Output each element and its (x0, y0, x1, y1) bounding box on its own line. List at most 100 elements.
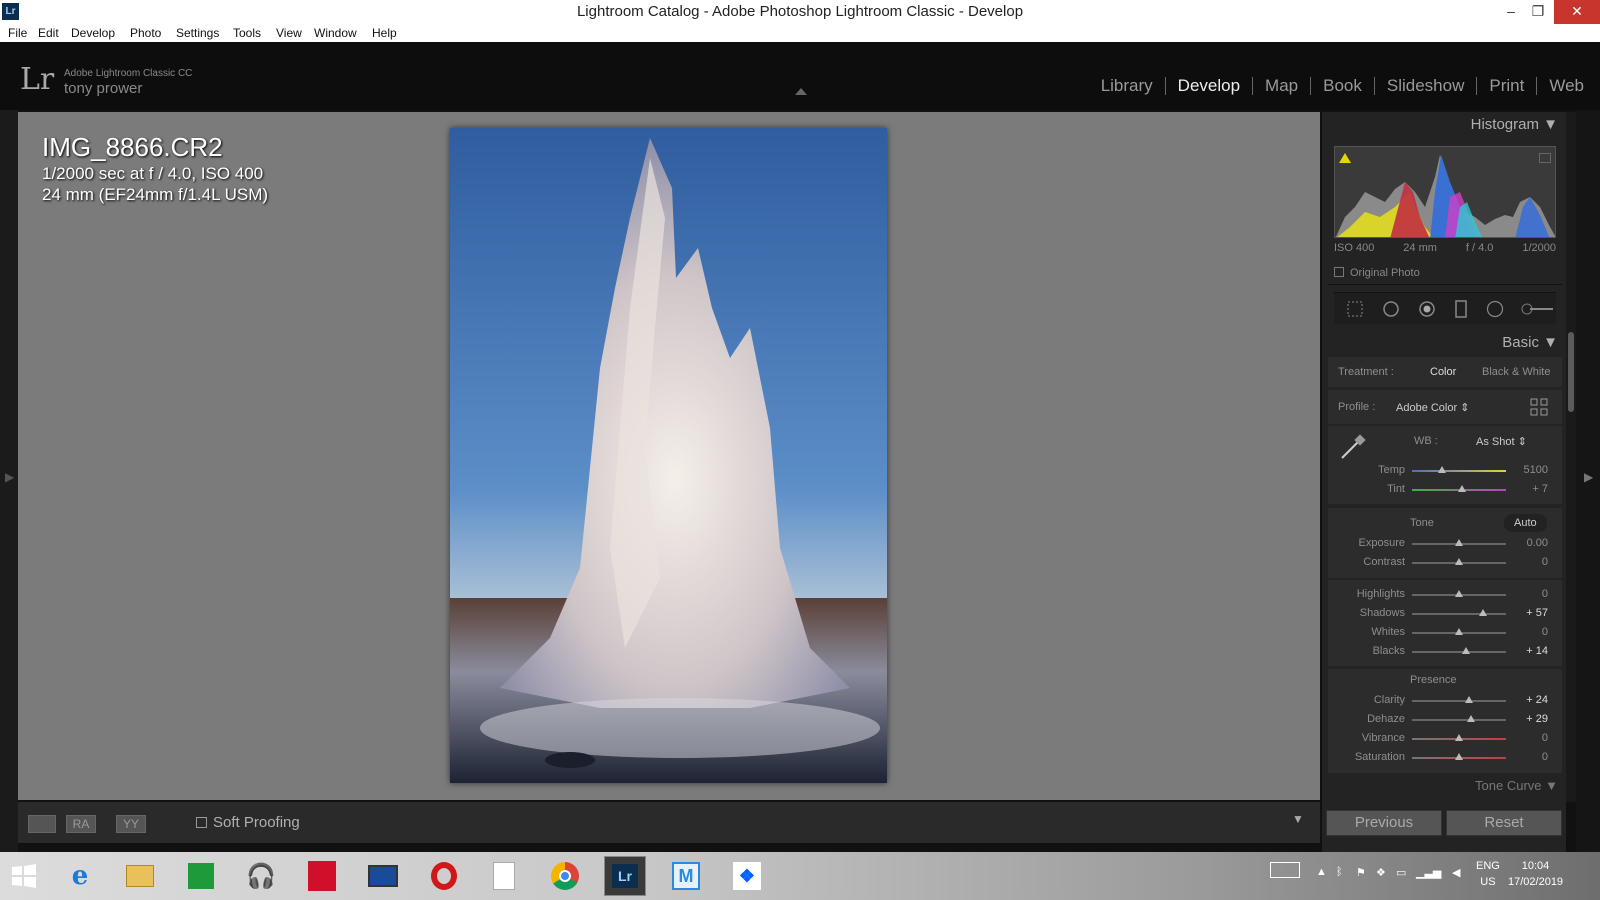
crop-tool-icon[interactable] (1346, 300, 1364, 318)
internet-explorer-icon[interactable]: e (64, 860, 96, 892)
chrome-icon[interactable] (549, 860, 581, 892)
bluetooth-icon[interactable]: ᛒ (1336, 866, 1343, 878)
highlights-value[interactable]: 0 (1542, 588, 1548, 600)
contrast-value[interactable]: 0 (1542, 556, 1548, 568)
spot-removal-icon[interactable] (1382, 300, 1400, 318)
tint-value[interactable]: + 7 (1532, 483, 1548, 495)
loupe-view-icon[interactable] (28, 815, 56, 833)
profile-browser-icon[interactable] (1530, 398, 1548, 416)
left-panel-toggle-icon[interactable]: ▶ (5, 470, 14, 484)
dehaze-value[interactable]: + 29 (1526, 713, 1548, 725)
vibrance-value[interactable]: 0 (1542, 732, 1548, 744)
original-photo-box[interactable] (1334, 267, 1344, 277)
shadows-track[interactable] (1412, 613, 1506, 615)
menu-window[interactable]: Window (314, 26, 357, 40)
soft-proofing-checkbox[interactable]: Soft Proofing (196, 814, 300, 831)
red-eye-icon[interactable] (1418, 300, 1436, 318)
adobe-icon[interactable] (306, 860, 338, 892)
language-indicator[interactable]: ENG US (1476, 858, 1500, 890)
file-explorer-icon[interactable] (124, 860, 156, 892)
exposure-value[interactable]: 0.00 (1527, 537, 1548, 549)
dehaze-track[interactable] (1412, 719, 1506, 721)
wifi-icon[interactable]: ▁▃▅ (1416, 866, 1441, 879)
exposure-knob[interactable] (1455, 539, 1463, 546)
shadows-slider[interactable]: Shadows + 57 (1328, 605, 1562, 624)
opera-icon[interactable] (428, 860, 460, 892)
module-print[interactable]: Print (1477, 77, 1538, 95)
module-book[interactable]: Book (1311, 77, 1375, 95)
previous-button[interactable]: Previous (1326, 810, 1442, 836)
menu-file[interactable]: File (8, 26, 27, 40)
vibrance-knob[interactable] (1455, 734, 1463, 741)
keyboard-icon[interactable] (1270, 862, 1300, 878)
whites-knob[interactable] (1455, 628, 1463, 635)
treatment-color-button[interactable]: Color (1430, 366, 1456, 378)
store-icon[interactable] (185, 860, 217, 892)
geyser-photo[interactable] (450, 128, 887, 783)
temp-slider[interactable]: Temp 5100 (1328, 462, 1562, 481)
exposure-slider[interactable]: Exposure 0.00 (1328, 535, 1562, 554)
system-clock[interactable]: 10:04 17/02/2019 (1508, 858, 1563, 890)
battery-icon[interactable]: ▭ (1396, 866, 1406, 879)
show-hidden-icons-icon[interactable]: ▲ (1316, 866, 1327, 878)
module-develop[interactable]: Develop (1166, 77, 1254, 95)
toolbar-menu-chevron-icon[interactable]: ▼ (1292, 812, 1304, 826)
saturation-value[interactable]: 0 (1542, 751, 1548, 763)
menu-develop[interactable]: Develop (71, 26, 115, 40)
temp-knob[interactable] (1438, 466, 1447, 473)
menu-view[interactable]: View (276, 26, 302, 40)
menu-settings[interactable]: Settings (176, 26, 219, 40)
clarity-value[interactable]: + 24 (1526, 694, 1548, 706)
close-button[interactable]: ✕ (1554, 0, 1600, 24)
dehaze-knob[interactable] (1467, 715, 1476, 722)
clarity-track[interactable] (1412, 700, 1506, 702)
shadow-clipping-icon[interactable] (1339, 153, 1351, 163)
histogram[interactable] (1334, 146, 1556, 238)
tint-knob[interactable] (1457, 485, 1466, 492)
dehaze-slider[interactable]: Dehaze + 29 (1328, 711, 1562, 730)
tint-slider[interactable]: Tint + 7 (1328, 481, 1562, 500)
volume-icon[interactable]: ◀ (1452, 866, 1460, 879)
saturation-knob[interactable] (1455, 753, 1463, 760)
contrast-knob[interactable] (1455, 558, 1463, 565)
vibrance-slider[interactable]: Vibrance 0 (1328, 730, 1562, 749)
auto-tone-button[interactable]: Auto (1504, 514, 1547, 532)
before-after-lr-button[interactable]: RA (66, 815, 96, 833)
treatment-bw-button[interactable]: Black & White (1482, 366, 1550, 378)
saturation-slider[interactable]: Saturation 0 (1328, 749, 1562, 768)
mail-app-icon[interactable]: M (670, 860, 702, 892)
eyedropper-icon[interactable] (1338, 432, 1368, 462)
shadows-value[interactable]: + 57 (1526, 607, 1548, 619)
lightroom-taskbar-icon[interactable]: Lr (604, 856, 646, 896)
temp-value[interactable]: 5100 (1524, 464, 1548, 476)
blacks-knob[interactable] (1461, 647, 1470, 654)
blacks-value[interactable]: + 14 (1526, 645, 1548, 657)
before-after-tb-button[interactable]: YY (116, 815, 146, 833)
menu-photo[interactable]: Photo (130, 26, 161, 40)
menu-edit[interactable]: Edit (38, 26, 59, 40)
module-map[interactable]: Map (1253, 77, 1312, 95)
dropbox-tray-icon[interactable]: ❖ (1376, 866, 1386, 879)
dropbox-icon[interactable]: ❖ (731, 860, 763, 892)
soft-proofing-box[interactable] (196, 817, 207, 828)
highlight-clipping-icon[interactable] (1539, 153, 1551, 163)
shadows-knob[interactable] (1479, 609, 1488, 616)
module-slideshow[interactable]: Slideshow (1375, 77, 1478, 95)
clarity-knob[interactable] (1465, 696, 1474, 703)
menu-tools[interactable]: Tools (233, 26, 261, 40)
contrast-slider[interactable]: Contrast 0 (1328, 554, 1562, 573)
profile-dropdown[interactable]: Adobe Color ⇕ (1396, 401, 1469, 414)
top-panel-toggle-icon[interactable] (795, 88, 807, 95)
blacks-slider[interactable]: Blacks + 14 (1328, 643, 1562, 662)
basic-panel-header[interactable]: Basic ▼ (1502, 334, 1558, 351)
wb-dropdown[interactable]: As Shot ⇕ (1476, 435, 1527, 448)
adjustment-brush-icon[interactable] (1520, 300, 1554, 318)
highlights-slider[interactable]: Highlights 0 (1328, 586, 1562, 605)
document-icon[interactable] (488, 860, 520, 892)
whites-slider[interactable]: Whites 0 (1328, 624, 1562, 643)
highlights-knob[interactable] (1455, 590, 1463, 597)
right-panel-toggle-icon[interactable]: ▶ (1584, 470, 1593, 484)
original-photo-checkbox[interactable]: Original Photo (1334, 267, 1420, 279)
histogram-header[interactable]: Histogram ▼ (1471, 116, 1558, 133)
tone-curve-header[interactable]: Tone Curve ▼ (1475, 778, 1558, 790)
